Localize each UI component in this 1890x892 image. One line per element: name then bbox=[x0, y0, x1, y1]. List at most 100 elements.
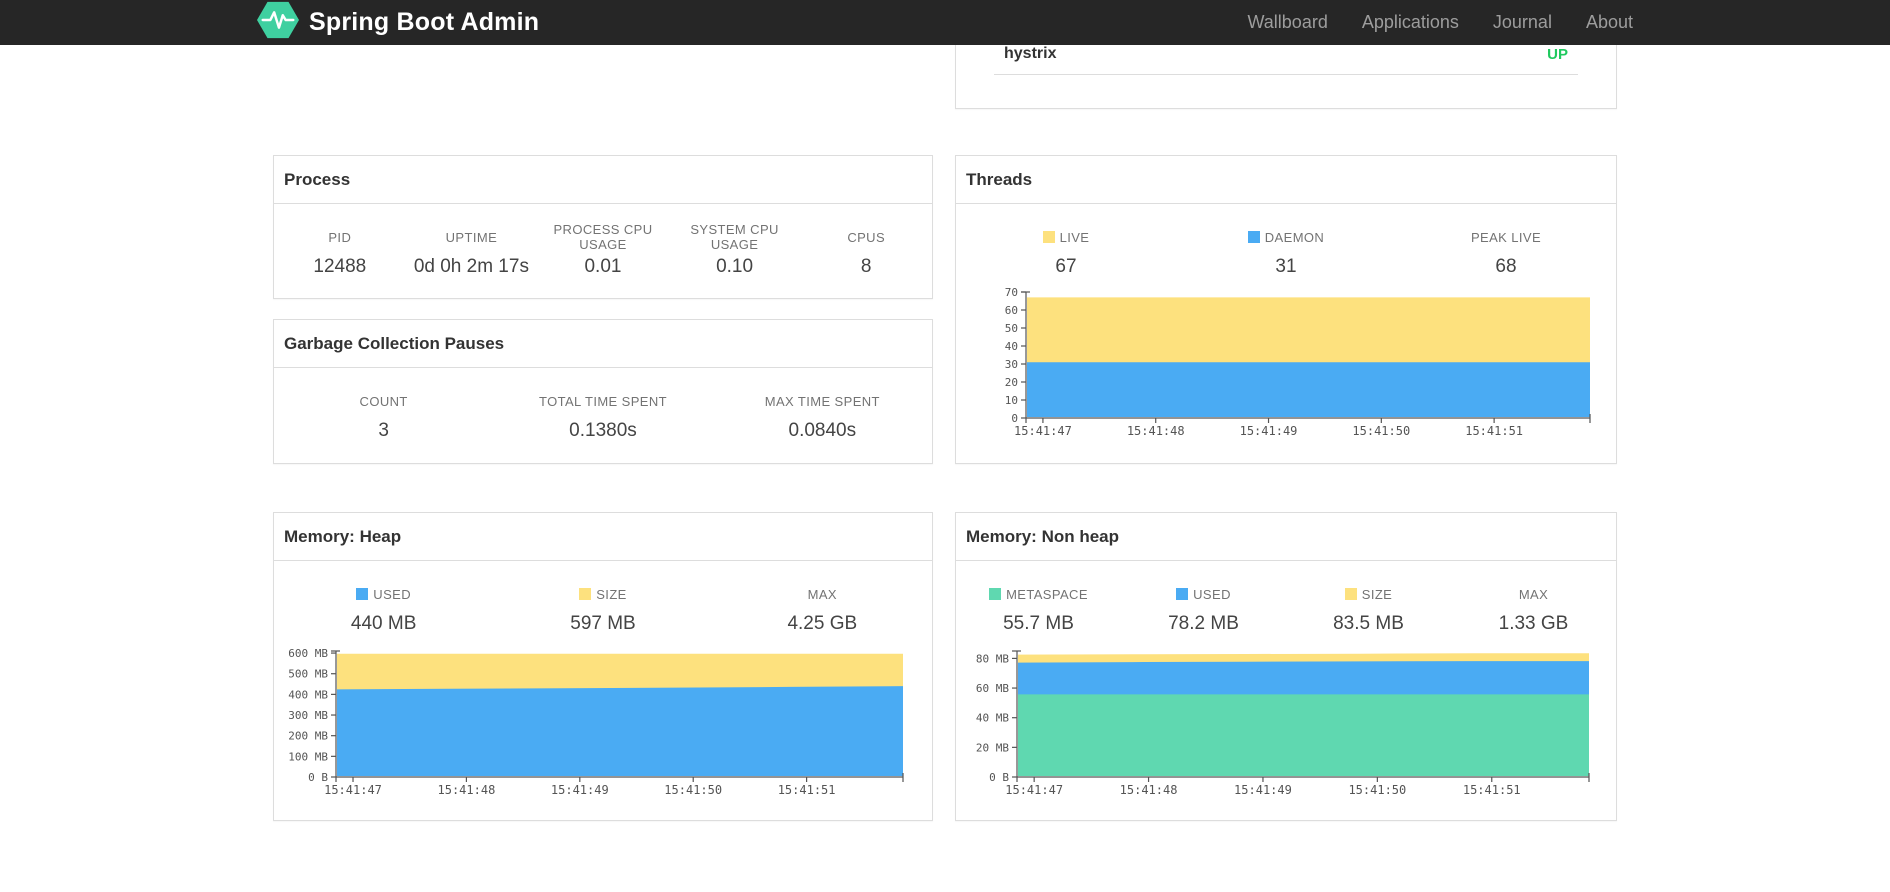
area-series-used bbox=[337, 686, 903, 776]
x-tick-label: 15:41:49 bbox=[1234, 783, 1292, 797]
metric-label-text: MAX bbox=[807, 586, 837, 602]
nonheap-metric-metaspace: METASPACE 55.7 MB bbox=[956, 585, 1121, 637]
metric-label: USED bbox=[274, 585, 493, 603]
metric-value: 31 bbox=[1275, 256, 1297, 277]
x-tick-label: 15:41:50 bbox=[1352, 424, 1410, 438]
y-tick-label: 60 MB bbox=[976, 682, 1009, 695]
legend-swatch-icon bbox=[1042, 231, 1055, 243]
metric-label: COUNT bbox=[274, 392, 493, 410]
y-tick-label: 600 MB bbox=[288, 647, 328, 660]
legend-swatch-icon bbox=[1344, 588, 1357, 600]
metric-value: 440 MB bbox=[350, 613, 417, 634]
x-tick-label: 15:41:50 bbox=[1348, 783, 1406, 797]
x-tick-label: 15:41:47 bbox=[324, 783, 382, 797]
application-status-badge: UP bbox=[1547, 45, 1568, 63]
metric-value: 4.25 GB bbox=[787, 613, 858, 634]
memory-heap-card: Memory: Heap USED 440 MB SIZE 597 MB MAX 4.25… bbox=[273, 512, 933, 821]
dashboard-page: hystrix UP Process PID 12488 UPTIME 0d 0h 2… bbox=[0, 0, 1890, 892]
y-tick-label: 20 MB bbox=[976, 741, 1009, 754]
metric-value: 83.5 MB bbox=[1333, 613, 1404, 634]
metric-value: 67 bbox=[1055, 256, 1077, 277]
process-card-title: Process bbox=[274, 156, 932, 204]
threads-metric-live: LIVE 67 bbox=[956, 228, 1176, 280]
y-tick-label: 60 bbox=[1005, 304, 1018, 317]
memory-heap-legend: USED 440 MB SIZE 597 MB MAX 4.25 GB bbox=[274, 585, 932, 637]
app-title: Spring Boot Admin bbox=[309, 8, 540, 36]
metric-label: LIVE bbox=[956, 228, 1176, 246]
gc-pauses-card: Garbage Collection Pauses COUNT 3 TOTAL TI… bbox=[273, 319, 933, 464]
legend-swatch-icon bbox=[579, 588, 592, 600]
heap-metric-size: SIZE 597 MB bbox=[493, 585, 712, 637]
metric-value: 1.33 GB bbox=[1498, 613, 1569, 634]
threads-card: Threads LIVE 67 DAEMON 31 PEAK LIVE 68 0 10 20 3… bbox=[955, 155, 1617, 464]
threads-plot: 01020304050607015:41:47 15:41:48 15:41:49 1… bbox=[1005, 286, 1591, 438]
metric-value: 12488 bbox=[313, 256, 367, 277]
metric-label-text: SYSTEM CPU USAGE bbox=[690, 222, 779, 252]
metric-label-text: CPUS bbox=[847, 229, 886, 245]
metric-value: 0d 0h 2m 17s bbox=[413, 256, 529, 277]
metric-label: CPUS bbox=[800, 228, 932, 246]
metric-label-text: SIZE bbox=[596, 586, 627, 602]
y-tick-label: 50 bbox=[1005, 322, 1018, 335]
memory-nonheap-card: Memory: Non heap METASPACE 55.7 MB USED 78.… bbox=[955, 512, 1617, 821]
spring-boot-admin-logo-icon bbox=[257, 0, 299, 45]
metric-value: 3 bbox=[378, 420, 389, 441]
brand[interactable]: Spring Boot Admin bbox=[257, 0, 539, 45]
area-series-daemon bbox=[1027, 362, 1590, 417]
gc-metric-total-time-spent: TOTAL TIME SPENT 0.1380s bbox=[493, 392, 712, 444]
x-tick-label: 15:41:48 bbox=[1127, 424, 1185, 438]
metric-label: PEAK LIVE bbox=[1396, 228, 1616, 246]
nonheap-plot: 0 B20 MB40 MB60 MB80 MB15:41:47 15:41:48 1… bbox=[976, 650, 1590, 797]
metric-label-text: COUNT bbox=[359, 393, 408, 409]
metric-label-text: USED bbox=[373, 586, 412, 602]
gc-metric-count: COUNT 3 bbox=[274, 392, 493, 444]
metric-label: DAEMON bbox=[1176, 228, 1396, 246]
process-metrics: PID 12488 UPTIME 0d 0h 2m 17s PROCESS CPU US… bbox=[274, 222, 932, 280]
y-tick-label: 300 MB bbox=[288, 709, 328, 722]
threads-legend: LIVE 67 DAEMON 31 PEAK LIVE 68 bbox=[956, 228, 1616, 280]
metric-label-text: USED bbox=[1193, 586, 1231, 602]
y-tick-label: 10 bbox=[1005, 394, 1018, 407]
y-tick-label: 30 bbox=[1005, 358, 1018, 371]
metric-label: UPTIME bbox=[406, 228, 538, 246]
process-metric-uptime: UPTIME 0d 0h 2m 17s bbox=[406, 228, 538, 280]
metric-label-text: MAX TIME SPENT bbox=[764, 393, 880, 409]
metric-value: 0.0840s bbox=[788, 420, 857, 441]
metric-value: 597 MB bbox=[570, 613, 636, 634]
y-tick-label: 500 MB bbox=[288, 668, 328, 681]
metric-label-text: DAEMON bbox=[1264, 229, 1325, 245]
nonheap-metric-max: MAX 1.33 GB bbox=[1451, 585, 1616, 637]
heap-metric-used: USED 440 MB bbox=[274, 585, 493, 637]
x-tick-label: 15:41:51 bbox=[778, 783, 836, 797]
nav-item-about[interactable]: About bbox=[1586, 12, 1633, 33]
metric-label: MAX bbox=[1451, 585, 1616, 603]
x-tick-label: 15:41:48 bbox=[1120, 783, 1178, 797]
threads-metric-peak-live: PEAK LIVE 68 bbox=[1396, 228, 1616, 280]
memory-heap-chart: 0 B 100 MB 200 MB 300 MB 400 MB 500 MB 600 MB 1… bbox=[274, 645, 932, 806]
heap-plot: 0 B100 MB200 MB300 MB400 MB500 MB600 MB1… bbox=[288, 647, 904, 797]
y-tick-label: 40 bbox=[1005, 340, 1018, 353]
metric-value: 78.2 MB bbox=[1168, 613, 1239, 634]
memory-heap-card-title: Memory: Heap bbox=[274, 513, 932, 561]
nonheap-metric-used: USED 78.2 MB bbox=[1121, 585, 1286, 637]
memory-nonheap-card-title: Memory: Non heap bbox=[956, 513, 1616, 561]
y-tick-label: 80 MB bbox=[976, 652, 1009, 665]
nav-item-wallboard[interactable]: Wallboard bbox=[1247, 12, 1327, 33]
threads-chart: 0 10 20 30 40 50 60 70 15:41:47 15:41:48 15:41:49 1… bbox=[956, 286, 1616, 447]
legend-swatch-icon bbox=[1247, 231, 1260, 243]
nav-item-journal[interactable]: Journal bbox=[1493, 12, 1552, 33]
gc-card-title: Garbage Collection Pauses bbox=[274, 320, 932, 368]
y-tick-label: 100 MB bbox=[288, 750, 328, 763]
x-tick-label: 15:41:50 bbox=[664, 783, 722, 797]
nav-item-applications[interactable]: Applications bbox=[1362, 12, 1459, 33]
y-tick-label: 40 MB bbox=[976, 712, 1009, 725]
memory-nonheap-chart: 0 B 20 MB 40 MB 60 MB 80 MB 15:41:47 15:41:48 1… bbox=[956, 645, 1616, 806]
metric-value: 8 bbox=[860, 256, 872, 277]
application-name[interactable]: hystrix bbox=[1004, 45, 1056, 63]
legend-swatch-icon bbox=[1176, 588, 1189, 600]
process-metric-process-cpu-usage: PROCESS CPU USAGE 0.01 bbox=[537, 222, 669, 280]
navbar: Spring Boot Admin Wallboard Applications J… bbox=[0, 0, 1890, 45]
y-tick-label: 20 bbox=[1005, 376, 1018, 389]
x-tick-label: 15:41:48 bbox=[438, 783, 496, 797]
gc-metric-max-time-spent: MAX TIME SPENT 0.0840s bbox=[713, 392, 932, 444]
